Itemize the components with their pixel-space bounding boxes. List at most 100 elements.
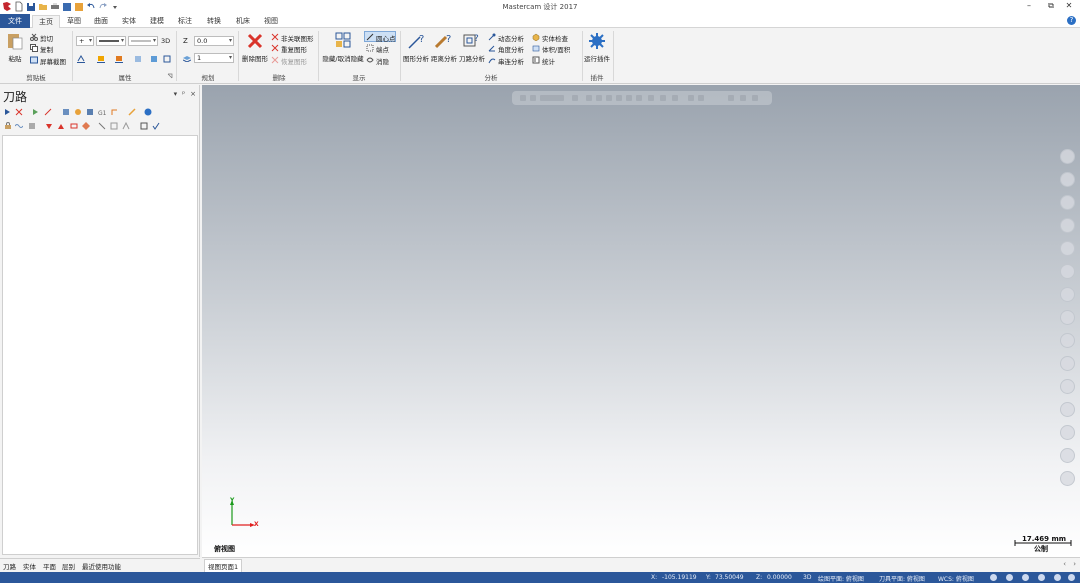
z-coord-value[interactable]: 0.00000	[767, 574, 792, 581]
vt-tangent-icon[interactable]	[626, 95, 632, 101]
sphere-dim-icon[interactable]	[1068, 574, 1075, 581]
dynamic-analyze-button[interactable]: 动态分析	[498, 33, 524, 43]
x-coord-value[interactable]: -105.19119	[662, 574, 697, 581]
vt-filter-icon[interactable]	[540, 95, 564, 101]
tab-sketch[interactable]: 草图	[62, 15, 86, 28]
line-style-select[interactable]	[96, 36, 126, 46]
regenerate-all-icon[interactable]	[32, 108, 40, 116]
cplane-status[interactable]: 绘图平面: 俯视图	[818, 574, 864, 583]
verify-settings-icon[interactable]	[152, 122, 160, 130]
help-icon[interactable]: ?	[1067, 16, 1076, 25]
chain-analyze-button[interactable]: 串连分析	[498, 56, 524, 66]
zoom-in-button[interactable]	[1060, 149, 1075, 164]
regenerate-dirty-icon[interactable]	[44, 108, 52, 116]
toggle-post-icon[interactable]	[28, 122, 36, 130]
cut-button[interactable]: 剪切	[40, 33, 53, 43]
settings-button[interactable]	[1060, 448, 1075, 463]
unassoc-button[interactable]: 非关联图形	[281, 33, 314, 43]
delete-entities-button[interactable]: 删除图形	[241, 53, 269, 63]
tab-levels[interactable]: 层别	[62, 561, 75, 571]
tplane-status[interactable]: 刀具平面: 俯视图	[879, 574, 925, 583]
rotate-button[interactable]	[1060, 195, 1075, 210]
paste-icon[interactable]	[7, 32, 23, 50]
simulate-icon[interactable]	[86, 108, 94, 116]
high-feed-icon[interactable]	[111, 108, 119, 116]
post-g1-icon[interactable]: G1	[98, 108, 106, 116]
point-style-select[interactable]: +	[76, 36, 94, 46]
backplot-icon[interactable]	[62, 108, 70, 116]
hide-unhide-button[interactable]: 隐藏/取消隐藏	[321, 53, 365, 63]
vt-mid-icon[interactable]	[606, 95, 612, 101]
wireframe-button[interactable]	[1060, 287, 1075, 302]
surface-color-icon[interactable]	[97, 55, 105, 63]
insert-arrow-icon[interactable]	[70, 122, 78, 130]
distance-analyze-button[interactable]: 距离分析	[430, 53, 458, 63]
run-addin-button[interactable]: 运行插件	[584, 53, 610, 63]
vt-point-icon[interactable]	[586, 95, 592, 101]
3d-toggle[interactable]: 3D	[161, 37, 170, 45]
statistics-button[interactable]: 统计	[542, 56, 555, 66]
wcs-status[interactable]: WCS: 俯视图	[938, 574, 974, 583]
clear-colors-button[interactable]	[1060, 471, 1075, 486]
cube-icon[interactable]	[1022, 574, 1029, 581]
vt-undo-icon[interactable]	[728, 95, 734, 101]
zoom-out-button[interactable]	[1060, 172, 1075, 187]
hide-unhide-icon[interactable]	[335, 32, 351, 48]
solid-check-button[interactable]: 实体检查	[542, 33, 568, 43]
tab-view[interactable]: 视图	[259, 15, 283, 28]
tab-solids[interactable]: 实体	[117, 15, 141, 28]
duplicate-button[interactable]: 重复图形	[281, 44, 307, 54]
z-depth-input[interactable]: 0.0	[194, 36, 234, 46]
graphics-viewport[interactable]: Y X 俯视图 17.469 mm 公制	[202, 85, 1080, 557]
vt-lock-icon[interactable]	[520, 95, 526, 101]
operations-tree[interactable]	[2, 135, 198, 555]
vt-snap-icon[interactable]	[698, 95, 704, 101]
entity-analyze-button[interactable]: 图形分析	[402, 53, 430, 63]
screenshot-button[interactable]: 屏幕截图	[40, 56, 66, 66]
endpoints-button[interactable]: 端点	[376, 44, 389, 54]
sphere-light-icon[interactable]	[1054, 574, 1061, 581]
toolpath-analyze-icon[interactable]: ?	[462, 32, 480, 50]
delete-ops-icon[interactable]	[128, 108, 136, 116]
toolpath-analyze-button[interactable]: 刀路分析	[458, 53, 486, 63]
front-view-button[interactable]	[1060, 356, 1075, 371]
pan-button[interactable]	[1060, 218, 1075, 233]
tab-drafting[interactable]: 标注	[173, 15, 197, 28]
mode-toggle[interactable]: 3D	[803, 574, 811, 581]
tab-scroll-left-icon[interactable]: ‹	[1063, 560, 1066, 568]
select-all-ops-icon[interactable]	[4, 108, 12, 116]
verify-icon[interactable]	[74, 108, 82, 116]
tab-solids-panel[interactable]: 实体	[23, 561, 36, 571]
fit-button[interactable]	[1060, 264, 1075, 279]
tab-recent-functions[interactable]: 最近使用功能	[82, 561, 121, 571]
options-icon[interactable]	[140, 122, 148, 130]
undelete-button[interactable]: 恢复图形	[281, 56, 307, 66]
solid-color-icon[interactable]	[115, 55, 123, 63]
tab-toolpaths[interactable]: 刀路	[3, 561, 16, 571]
panel-menu-icon[interactable]: ▾	[174, 90, 178, 98]
show-tool-icon[interactable]	[122, 122, 130, 130]
paste-button[interactable]: 粘贴	[5, 53, 25, 63]
line-width-select[interactable]	[128, 36, 158, 46]
globe-gnomon-icon[interactable]	[1006, 574, 1013, 581]
section-view-button[interactable]	[1060, 402, 1075, 417]
top-view-button[interactable]	[1060, 333, 1075, 348]
vt-quad-icon[interactable]	[648, 95, 654, 101]
wireframe-color-icon[interactable]	[77, 55, 85, 63]
copy-button[interactable]: 复制	[40, 44, 53, 54]
tab-machine[interactable]: 机床	[230, 15, 256, 28]
volume-area-button[interactable]: 体积/面积	[542, 44, 570, 54]
vt-redo-icon[interactable]	[740, 95, 746, 101]
vt-grid-icon[interactable]	[688, 95, 694, 101]
angle-analyze-button[interactable]: 角度分析	[498, 44, 524, 54]
scroll-arrow-icon[interactable]	[82, 122, 90, 130]
vt-select-icon[interactable]	[530, 95, 536, 101]
tab-transform[interactable]: 转换	[201, 15, 227, 28]
dialog-launcher-icon[interactable]	[167, 73, 173, 79]
vt-intersect-icon[interactable]	[660, 95, 666, 101]
tab-planes[interactable]: 平面	[43, 561, 56, 571]
tab-file[interactable]: 文件	[0, 14, 30, 28]
vt-chain-icon[interactable]	[572, 95, 578, 101]
run-addin-icon[interactable]	[588, 32, 606, 50]
vt-center-icon[interactable]	[616, 95, 622, 101]
